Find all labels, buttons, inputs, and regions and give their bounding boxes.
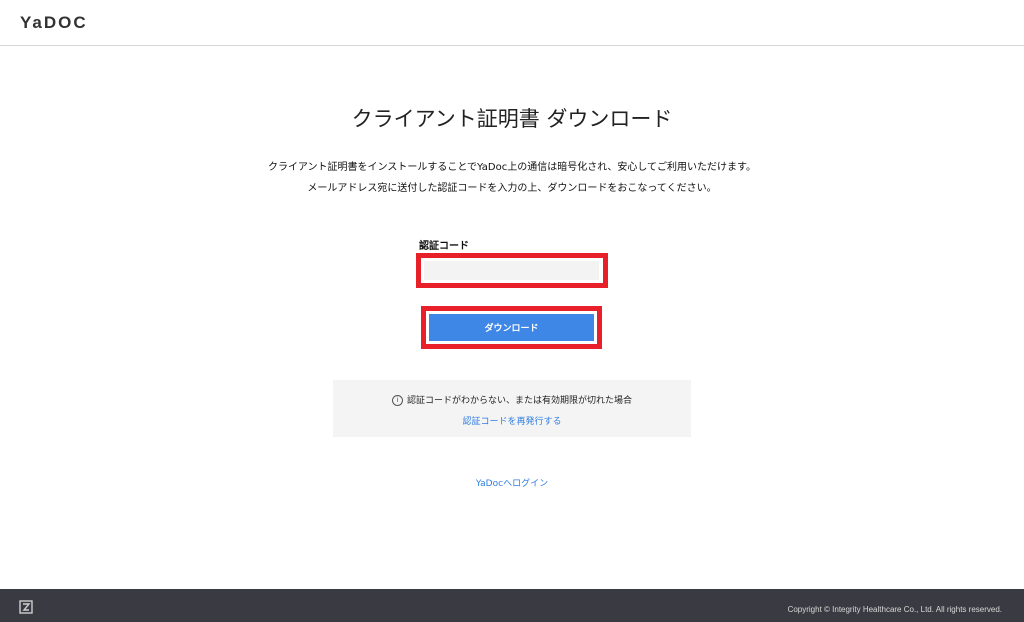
description-line-2: メールアドレス宛に送付した認証コードを入力の上、ダウンロードをおこなってください… xyxy=(307,183,717,194)
reissue-code-link[interactable]: 認証コードを再発行する xyxy=(333,414,691,427)
yadoc-login-link[interactable]: YaDocへログイン xyxy=(0,476,1024,489)
download-button[interactable]: ダウンロード xyxy=(429,314,594,341)
auth-code-label: 認証コード xyxy=(419,241,469,252)
footer: Copyright © Integrity Healthcare Co., Lt… xyxy=(0,589,1024,622)
auth-code-input[interactable] xyxy=(424,261,599,280)
reissue-notice-box: i 認証コードがわからない、または有効期限が切れた場合 認証コードを再発行する xyxy=(333,380,691,437)
download-button-highlight: ダウンロード xyxy=(421,306,602,349)
info-icon: i xyxy=(391,395,403,406)
page-title: クライアント証明書 ダウンロード xyxy=(351,107,673,131)
yadoc-logo[interactable]: YaDOC xyxy=(20,13,88,33)
copyright-text: Copyright © Integrity Healthcare Co., Lt… xyxy=(787,605,1002,614)
header: YaDOC xyxy=(0,0,1024,46)
company-logo-icon xyxy=(19,600,33,614)
description-line-1: クライアント証明書をインストールすることでYaDoc上の通信は暗号化され、安心し… xyxy=(267,162,757,173)
notice-text: 認証コードがわからない、または有効期限が切れた場合 xyxy=(406,396,632,406)
auth-code-field-highlight xyxy=(416,253,608,288)
notice-row: i 認証コードがわからない、または有効期限が切れた場合 xyxy=(333,393,691,406)
